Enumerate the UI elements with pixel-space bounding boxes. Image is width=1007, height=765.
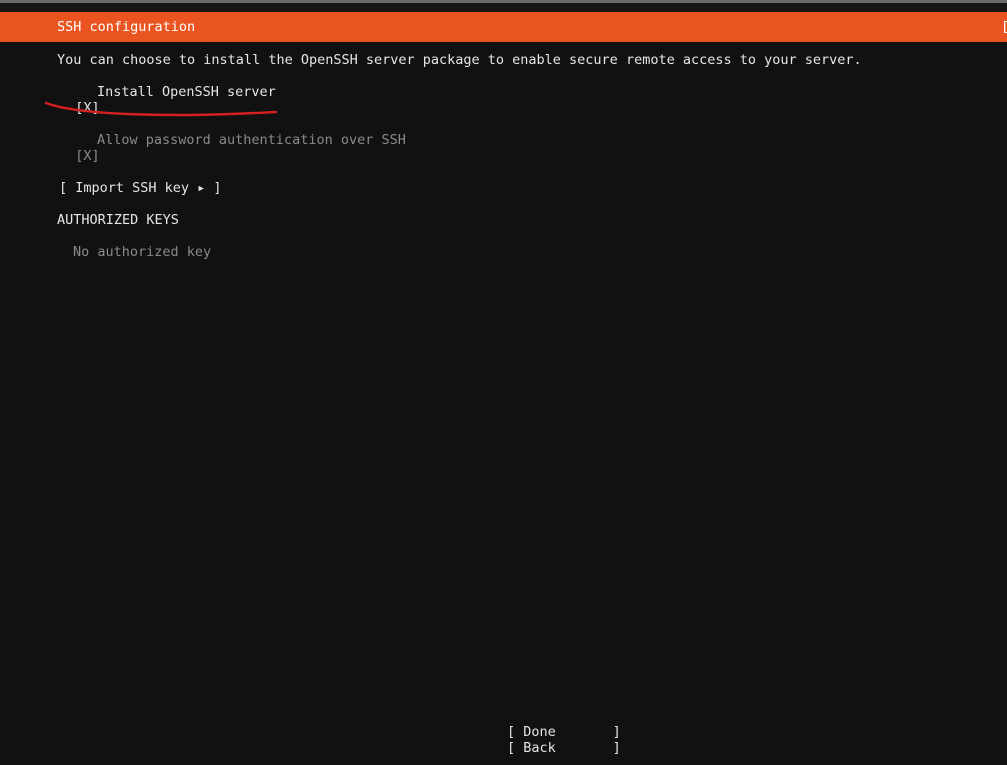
title-bar: SSH configuration [ bbox=[0, 12, 1007, 42]
red-underline-annotation bbox=[44, 101, 278, 117]
page-title: SSH configuration bbox=[57, 19, 196, 35]
back-button[interactable]: [ Back ] bbox=[507, 740, 621, 756]
import-ssh-key-button[interactable]: [ Import SSH key ▸ ] bbox=[59, 180, 222, 196]
install-openssh-label[interactable]: Install OpenSSH server bbox=[97, 84, 276, 100]
allow-password-checkbox[interactable]: [X] bbox=[75, 148, 99, 164]
allow-password-label[interactable]: Allow password authentication over SSH bbox=[97, 132, 406, 148]
authorized-keys-heading: AUTHORIZED KEYS bbox=[57, 212, 179, 228]
window-top-gap bbox=[0, 3, 1007, 12]
description-text: You can choose to install the OpenSSH se… bbox=[57, 52, 862, 68]
allow-password-option[interactable]: [X] Allow password authentication over S… bbox=[59, 132, 406, 180]
no-authorized-key-text: No authorized key bbox=[73, 244, 212, 260]
help-menu-bracket[interactable]: [ bbox=[1001, 19, 1007, 35]
done-button[interactable]: [ Done ] bbox=[507, 724, 621, 740]
